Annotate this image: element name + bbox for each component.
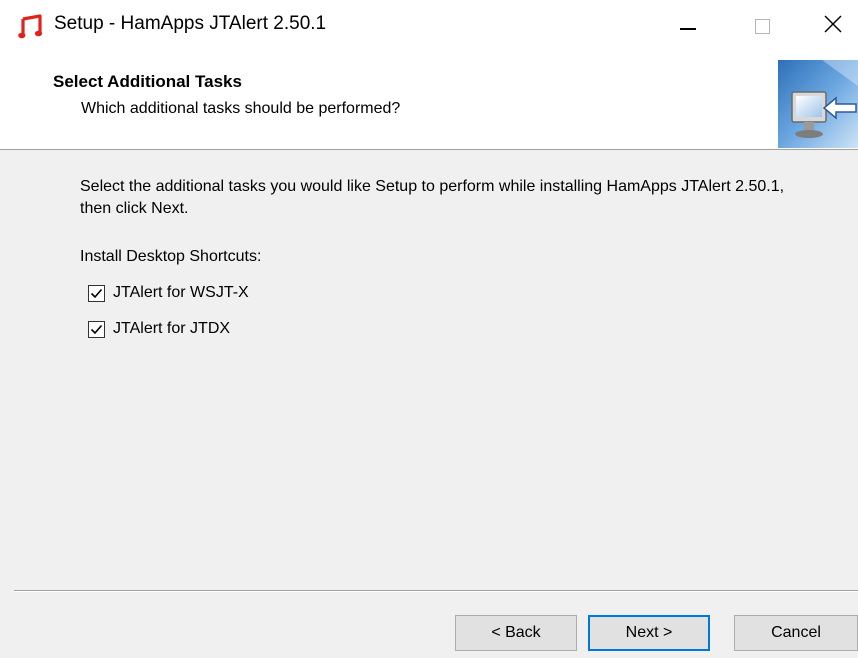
task-jtalert-wsjtx[interactable]: JTAlert for WSJT-X <box>88 284 249 302</box>
content-area: Select the additional tasks you would li… <box>0 150 858 590</box>
task-label-wsjtx[interactable]: JTAlert for WSJT-X <box>113 284 249 302</box>
maximize-icon <box>754 18 770 34</box>
setup-window: Setup - HamApps JTAlert 2.50.1 Select Ad… <box>0 0 858 658</box>
wizard-footer: < Back Next > Cancel <box>0 590 858 658</box>
shortcuts-group-label: Install Desktop Shortcuts: <box>80 248 262 265</box>
checkbox-wsjtx[interactable] <box>88 284 105 302</box>
footer-divider <box>14 590 858 592</box>
cancel-button[interactable]: Cancel <box>734 615 858 651</box>
close-icon <box>824 15 842 38</box>
setup-monitor-icon <box>778 60 858 148</box>
music-note-icon <box>18 14 44 40</box>
wizard-header: Select Additional Tasks Which additional… <box>0 52 858 150</box>
minimize-icon <box>680 22 696 30</box>
page-subtitle: Which additional tasks should be perform… <box>81 100 401 117</box>
back-button[interactable]: < Back <box>455 615 577 651</box>
task-jtalert-jtdx[interactable]: JTAlert for JTDX <box>88 320 230 338</box>
window-title: Setup - HamApps JTAlert 2.50.1 <box>54 13 327 34</box>
next-button[interactable]: Next > <box>588 615 710 651</box>
close-button[interactable] <box>808 0 858 52</box>
title-bar[interactable]: Setup - HamApps JTAlert 2.50.1 <box>0 0 858 52</box>
intro-text: Select the additional tasks you would li… <box>80 178 785 217</box>
checkbox-jtdx[interactable] <box>88 320 105 338</box>
maximize-button[interactable] <box>734 0 790 52</box>
minimize-button[interactable] <box>660 0 716 52</box>
checkmark-icon <box>90 324 103 334</box>
task-label-jtdx[interactable]: JTAlert for JTDX <box>113 320 230 338</box>
page-title: Select Additional Tasks <box>53 72 242 91</box>
checkmark-icon <box>90 288 103 298</box>
